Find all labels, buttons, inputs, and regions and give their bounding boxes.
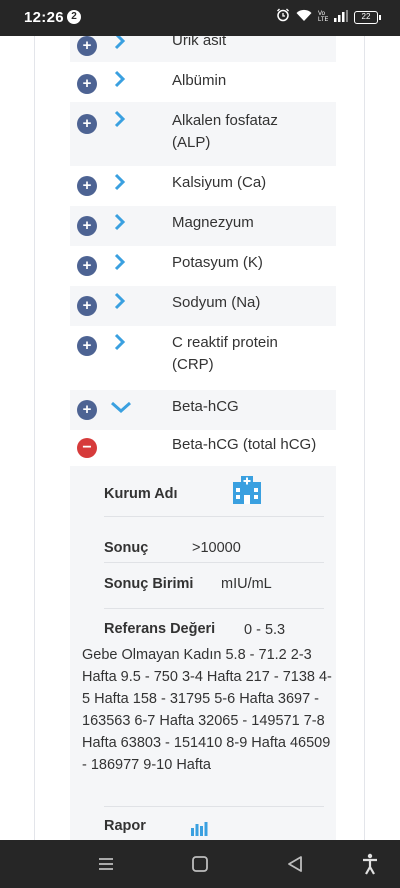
chevron-right-icon[interactable] bbox=[110, 253, 128, 271]
expand-plus-icon[interactable]: + bbox=[77, 114, 97, 134]
test-label: Albümin bbox=[172, 72, 227, 89]
expand-plus-icon[interactable]: + bbox=[77, 336, 97, 356]
collapse-minus-icon[interactable]: − bbox=[77, 438, 97, 458]
list-item[interactable]: − Beta-hCG (total hCG) bbox=[70, 430, 336, 466]
wifi-icon bbox=[296, 9, 312, 27]
notification-badge: 2 bbox=[67, 10, 81, 24]
divider bbox=[104, 608, 324, 609]
home-icon[interactable] bbox=[188, 852, 212, 876]
result-detail: Kurum Adı Sonuç >10000 Sonuç Birimi mIU/ bbox=[70, 466, 336, 840]
frame-divider-left bbox=[34, 36, 35, 840]
chevron-right-icon[interactable] bbox=[110, 110, 128, 128]
chevron-right-icon[interactable] bbox=[110, 173, 128, 191]
alarm-icon bbox=[276, 8, 290, 27]
expand-plus-icon[interactable]: + bbox=[77, 176, 97, 196]
list-item[interactable]: + Ürik asit bbox=[70, 36, 336, 62]
unit-label: Sonuç Birimi bbox=[104, 576, 194, 592]
report-label: Rapor bbox=[104, 818, 146, 834]
reference-label: Referans Değeri bbox=[104, 621, 216, 637]
list-item[interactable]: + Magnezyum bbox=[70, 206, 336, 246]
reference-note: Gebe Olmayan Kadın 5.8 - 71.2 2-3 Hafta … bbox=[82, 647, 332, 773]
status-bar: 12:26 2 Vo LTE 22 bbox=[0, 0, 400, 36]
chevron-right-icon[interactable] bbox=[110, 70, 128, 88]
list-item[interactable]: + Albümin bbox=[70, 62, 336, 102]
unit-value: mIU/mL bbox=[221, 576, 272, 592]
chevron-down-icon[interactable] bbox=[110, 399, 132, 417]
result-label: Sonuç bbox=[104, 540, 149, 556]
expand-plus-icon[interactable]: + bbox=[77, 74, 97, 94]
reference-value: 0 - 5.3 bbox=[244, 622, 286, 638]
list-item[interactable]: + Sodyum (Na) bbox=[70, 286, 336, 326]
content-area[interactable]: + Ürik asit + Albümin + Alkalen fosfataz… bbox=[0, 36, 400, 840]
expand-plus-icon[interactable]: + bbox=[77, 36, 97, 56]
list-item[interactable]: + C reaktif protein (CRP) bbox=[70, 326, 336, 390]
back-icon[interactable] bbox=[283, 852, 307, 876]
hospital-icon[interactable] bbox=[230, 474, 264, 510]
institution-label: Kurum Adı bbox=[104, 486, 178, 502]
chevron-right-icon[interactable] bbox=[110, 213, 128, 231]
test-label: Alkalen fosfataz (ALP) bbox=[172, 112, 278, 151]
test-label: Beta-hCG (total hCG) bbox=[172, 436, 317, 453]
frame-divider-right bbox=[364, 36, 365, 840]
test-label: Sodyum (Na) bbox=[172, 294, 261, 311]
status-icons: Vo LTE 22 bbox=[276, 8, 381, 27]
result-value: >10000 bbox=[192, 540, 241, 556]
divider bbox=[104, 516, 324, 517]
status-time: 12:26 bbox=[24, 9, 64, 26]
expand-plus-icon[interactable]: + bbox=[77, 256, 97, 276]
accessibility-icon[interactable] bbox=[358, 852, 382, 876]
expand-plus-icon[interactable]: + bbox=[77, 216, 97, 236]
chevron-right-icon[interactable] bbox=[110, 333, 128, 351]
signal-icon bbox=[334, 9, 348, 27]
test-list: + Ürik asit + Albümin + Alkalen fosfataz… bbox=[70, 36, 336, 840]
divider bbox=[104, 562, 324, 563]
divider bbox=[104, 806, 324, 807]
test-label: Kalsiyum (Ca) bbox=[172, 174, 267, 191]
list-item[interactable]: + Potasyum (K) bbox=[70, 246, 336, 286]
test-label: Beta-hCG bbox=[172, 398, 239, 415]
chevron-right-icon[interactable] bbox=[110, 36, 128, 50]
list-item[interactable]: + Kalsiyum (Ca) bbox=[70, 166, 336, 206]
test-label: Ürik asit bbox=[172, 36, 227, 49]
system-nav-bar bbox=[0, 840, 400, 888]
test-label: Potasyum (K) bbox=[172, 254, 263, 271]
battery-icon: 22 bbox=[354, 11, 381, 24]
svg-text:LTE: LTE bbox=[318, 17, 328, 22]
chevron-right-icon[interactable] bbox=[110, 292, 128, 310]
test-label: C reaktif protein (CRP) bbox=[172, 334, 278, 373]
volte-icon: Vo LTE bbox=[318, 9, 329, 27]
expand-plus-icon[interactable]: + bbox=[77, 400, 97, 420]
report-chart-icon[interactable] bbox=[190, 818, 208, 840]
list-item[interactable]: + Alkalen fosfataz (ALP) bbox=[70, 102, 336, 166]
list-item[interactable]: + Beta-hCG bbox=[70, 390, 336, 430]
test-label: Magnezyum bbox=[172, 214, 254, 231]
recent-apps-icon[interactable] bbox=[94, 852, 118, 876]
expand-plus-icon[interactable]: + bbox=[77, 296, 97, 316]
